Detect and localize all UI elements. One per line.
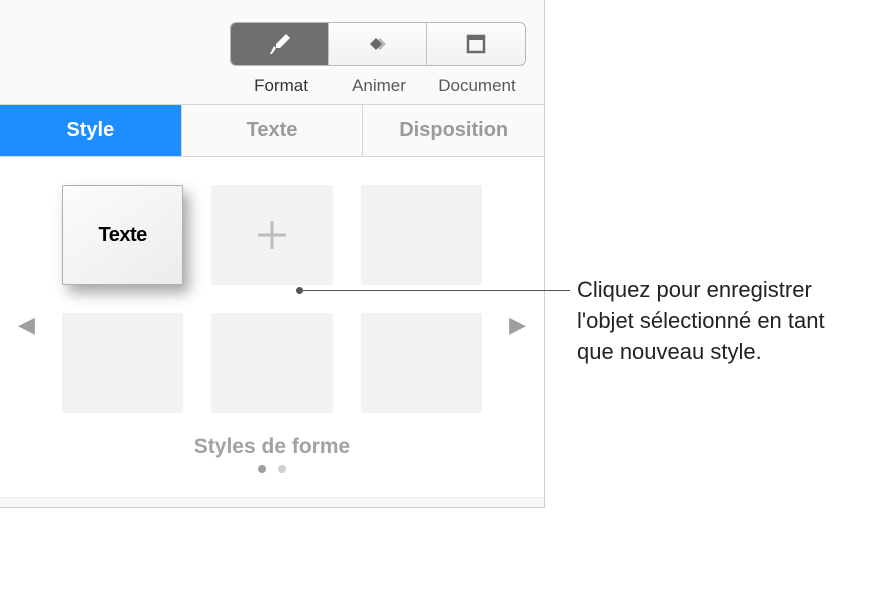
panel-divider bbox=[0, 497, 544, 507]
animate-button[interactable] bbox=[329, 23, 427, 65]
document-button[interactable] bbox=[427, 23, 525, 65]
page-indicator bbox=[20, 465, 524, 473]
main-toolbar bbox=[0, 0, 544, 76]
style-preset-empty[interactable] bbox=[62, 313, 183, 413]
callout-leader-line bbox=[298, 290, 570, 291]
tab-text[interactable]: Texte bbox=[182, 105, 364, 156]
paintbrush-icon bbox=[266, 32, 294, 56]
inspector-tabs: Style Texte Disposition bbox=[0, 104, 544, 157]
tab-layout[interactable]: Disposition bbox=[363, 105, 544, 156]
shape-styles-title: Styles de forme bbox=[20, 435, 524, 459]
style-preset-empty[interactable] bbox=[361, 185, 482, 285]
diamond-icon bbox=[364, 32, 392, 56]
page-dot[interactable] bbox=[278, 465, 286, 473]
styles-next-arrow[interactable]: ▶ bbox=[509, 312, 526, 338]
style-preset-empty[interactable] bbox=[361, 313, 482, 413]
animate-label: Animer bbox=[330, 76, 428, 96]
plus-icon bbox=[254, 217, 290, 253]
document-label: Document bbox=[428, 76, 526, 96]
format-label: Format bbox=[232, 76, 330, 96]
styles-grid: Texte bbox=[20, 185, 524, 413]
tab-style[interactable]: Style bbox=[0, 105, 182, 156]
document-icon bbox=[462, 32, 490, 56]
inspector-panel: Format Animer Document Style Texte Dispo… bbox=[0, 0, 545, 508]
style-preview-text: Texte bbox=[99, 224, 147, 247]
styles-prev-arrow[interactable]: ◀ bbox=[18, 312, 35, 338]
toolbar-labels: Format Animer Document bbox=[0, 76, 544, 104]
style-preset-1[interactable]: Texte bbox=[62, 185, 183, 285]
shape-styles-area: ◀ ▶ Texte Styles de forme bbox=[0, 157, 544, 497]
style-preset-empty[interactable] bbox=[211, 313, 332, 413]
toolbar-segment bbox=[230, 22, 526, 66]
add-style-button[interactable] bbox=[211, 185, 332, 285]
page-dot-active[interactable] bbox=[258, 465, 266, 473]
styles-footer: Styles de forme bbox=[20, 435, 524, 487]
callout-text: Cliquez pour enregistrer l'objet sélecti… bbox=[577, 275, 857, 367]
format-button[interactable] bbox=[231, 23, 329, 65]
